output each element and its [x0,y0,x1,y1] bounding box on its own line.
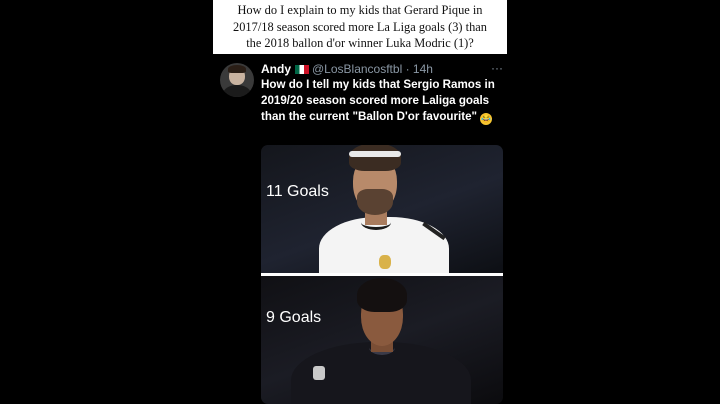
caption-line: the 2018 ballon d'or winner Luka Modric … [246,36,474,50]
separator-dot: · [405,62,410,76]
tweet-card: Andy @LosBlancosftbl · 14h ··· How do I t… [213,54,507,404]
more-options-icon[interactable]: ··· [491,61,503,75]
avatar[interactable] [220,63,254,97]
media-image-top[interactable]: 11 Goals [261,145,503,273]
author-name[interactable]: Andy [261,62,291,76]
tweet-text: How do I tell my kids that Sergio Ramos … [261,77,501,126]
meme-caption: How do I explain to my kids that Gerard … [213,0,507,54]
caption-line: 2017/18 season scored more La Liga goals… [233,19,487,34]
media-image-bottom[interactable]: 9 Goals [261,276,503,404]
author-handle[interactable]: @LosBlancosftbl [312,62,402,76]
tweet-timestamp[interactable]: 14h [413,62,433,76]
goal-count-label: 9 Goals [266,309,322,326]
laughing-crying-emoji-icon: 😂 [480,113,493,126]
tweet-header: Andy @LosBlancosftbl · 14h [261,61,501,77]
tweet-body: How do I tell my kids that Sergio Ramos … [261,78,495,124]
caption-line: How do I explain to my kids that Gerard … [237,3,483,17]
goal-count-label: 11 Goals [266,183,329,200]
mexico-flag-icon [295,65,309,74]
tweet-media[interactable]: 11 Goals 9 Goals [261,145,503,404]
